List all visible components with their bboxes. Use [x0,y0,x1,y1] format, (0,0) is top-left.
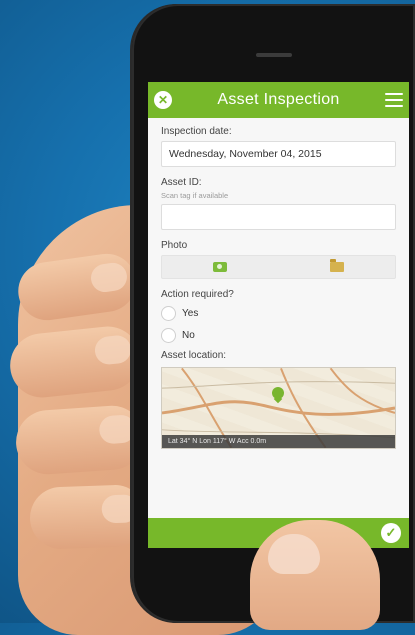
photo-picker [161,255,396,279]
photo-label: Photo [161,240,188,251]
page-title: Asset Inspection [217,91,340,108]
location-map[interactable]: Lat 34° N Lon 117° W Acc 0.0m [161,367,396,449]
hamburger-icon [385,93,403,107]
inspection-date-field[interactable]: Wednesday, November 04, 2015 [161,141,396,167]
folder-icon[interactable] [329,259,344,272]
radio-label-no: No [182,329,195,341]
menu-button[interactable] [379,85,409,115]
finger [28,483,148,551]
radio-button[interactable] [161,327,176,343]
asset-id-hint: Scan tag if available [161,191,229,200]
map-pin-icon [272,387,284,403]
app-screen: ✕ Asset Inspection Inspection date: Wedn… [148,82,409,548]
thumb-nail [268,534,320,574]
action-required-label: Action required? [161,289,234,300]
radio-button[interactable] [161,305,176,321]
radio-option-no[interactable]: No [161,326,396,344]
close-button[interactable]: ✕ [148,85,178,115]
asset-id-label: Asset ID: [161,177,202,188]
radio-label-yes: Yes [182,307,199,319]
phone-device: ✕ Asset Inspection Inspection date: Wedn… [132,4,415,623]
finger [13,403,147,477]
asset-location-label: Asset location: [161,350,227,361]
asset-id-input[interactable] [161,204,396,230]
app-header: ✕ Asset Inspection [148,82,409,118]
phone-speaker [256,53,292,57]
camera-icon[interactable] [213,262,228,272]
inspection-date-label: Inspection date: [161,126,232,137]
check-icon[interactable]: ✓ [381,523,401,543]
radio-option-yes[interactable]: Yes [161,304,396,322]
form: Inspection date: Wednesday, November 04,… [148,118,409,449]
coordinates-readout: Lat 34° N Lon 117° W Acc 0.0m [162,435,395,448]
thumb [250,520,380,630]
close-icon: ✕ [154,91,172,109]
